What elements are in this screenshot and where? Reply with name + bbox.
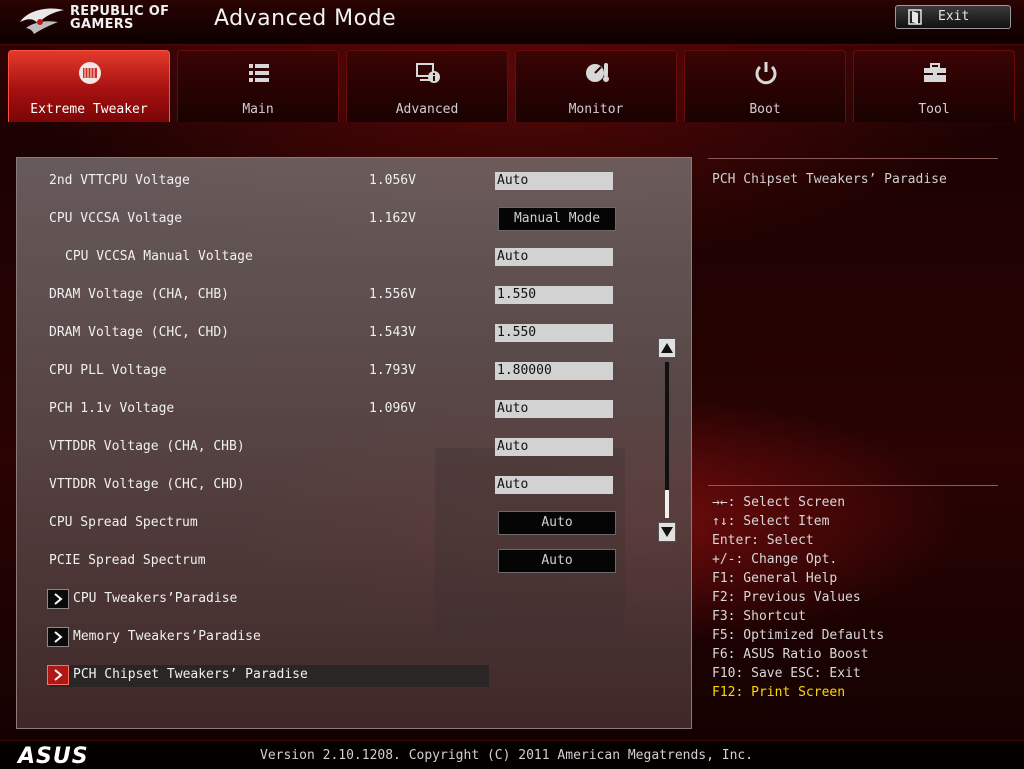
key-hint: F2: Previous Values — [712, 590, 861, 605]
setting-row: CPU VCCSA Voltage 1.162V Manual Mode — [17, 204, 693, 234]
brand-line-2: GAMERS — [70, 17, 134, 32]
setting-row: CPU PLL Voltage 1.793V 1.80000 — [17, 356, 693, 386]
setting-value: 1.556V — [369, 287, 416, 302]
submenu-label: Memory Tweakers’Paradise — [73, 629, 261, 644]
divider — [708, 485, 998, 486]
voltage-field[interactable]: Auto — [495, 438, 613, 456]
setting-name: 2nd VTTCPU Voltage — [49, 173, 190, 188]
key-hint: F1: General Help — [712, 571, 838, 586]
setting-row: 2nd VTTCPU Voltage 1.056V Auto — [17, 166, 693, 196]
tab-extreme-tweaker[interactable]: Extreme Tweaker — [8, 50, 170, 122]
setting-name: CPU Spread Spectrum — [49, 515, 198, 530]
setting-name: CPU VCCSA Voltage — [49, 211, 183, 226]
tab-tool[interactable]: Tool — [853, 50, 1015, 122]
setting-name: DRAM Voltage (CHA, CHB) — [49, 287, 230, 302]
submenu-pch-chipset-tweakers[interactable]: PCH Chipset Tweakers’ Paradise — [47, 665, 489, 687]
voltage-field[interactable]: 1.550 — [495, 324, 613, 342]
key-legend: →←: Select Screen ↑↓: Select Item Enter:… — [712, 495, 884, 704]
setting-name: VTTDDR Voltage (CHC, CHD) — [49, 477, 245, 492]
setting-name: DRAM Voltage (CHC, CHD) — [49, 325, 230, 340]
voltage-field[interactable]: 1.80000 — [495, 362, 613, 380]
exit-label: Exit — [938, 9, 970, 24]
key-hint: F6: ASUS Ratio Boost — [712, 647, 869, 662]
extreme-tweaker-icon — [79, 62, 101, 84]
key-hint: +/-: Change Opt. — [712, 552, 838, 567]
setting-value: 1.162V — [369, 211, 416, 226]
advanced-settings-icon — [416, 63, 440, 83]
setting-value: 1.793V — [369, 363, 416, 378]
spread-spectrum-button[interactable]: Auto — [498, 511, 616, 535]
voltage-field[interactable]: Auto — [495, 476, 613, 494]
setting-name: PCH 1.1v Voltage — [49, 401, 175, 416]
tab-label: Main — [242, 102, 274, 117]
setting-row: CPU Spread Spectrum Auto — [17, 508, 693, 538]
submenu-label: CPU Tweakers’Paradise — [73, 591, 238, 606]
version-text: Version 2.10.1208. Copyright (C) 2011 Am… — [260, 748, 754, 763]
asus-logo: ASUS — [18, 744, 89, 769]
setting-row: PCH 1.1v Voltage 1.096V Auto — [17, 394, 693, 424]
setting-name: CPU PLL Voltage — [49, 363, 167, 378]
tab-bar: Extreme Tweaker Main Advanced Monitor Bo… — [8, 50, 1018, 122]
divider — [708, 158, 998, 159]
voltage-field[interactable]: Auto — [495, 172, 613, 190]
settings-panel: 2nd VTTCPU Voltage 1.056V Auto CPU VCCSA… — [16, 157, 692, 729]
setting-name: CPU VCCSA Manual Voltage — [65, 249, 253, 264]
setting-name: PCIE Spread Spectrum — [49, 553, 206, 568]
voltage-field[interactable]: 1.550 — [495, 286, 613, 304]
setting-row: DRAM Voltage (CHA, CHB) 1.556V 1.550 — [17, 280, 693, 310]
toolbox-icon — [924, 63, 946, 82]
setting-row: VTTDDR Voltage (CHA, CHB) Auto — [17, 432, 693, 462]
setting-row: PCIE Spread Spectrum Auto — [17, 546, 693, 576]
tab-label: Advanced — [395, 102, 459, 117]
spread-spectrum-button[interactable]: Auto — [498, 549, 616, 573]
key-hint-print-screen: F12: Print Screen — [712, 685, 846, 700]
setting-value: 1.056V — [369, 173, 416, 188]
tab-main[interactable]: Main — [177, 50, 339, 122]
key-hint: Enter: Select — [712, 533, 814, 548]
header-bar: REPUBLIC OF GAMERS Advanced Mode Exit — [0, 0, 1024, 45]
scrollbar-thumb[interactable] — [665, 490, 669, 518]
exit-button[interactable]: Exit — [895, 5, 1011, 29]
tab-label: Monitor — [568, 102, 624, 117]
tab-label: Boot — [749, 102, 781, 117]
scroll-down-button[interactable] — [658, 522, 676, 542]
scroll-up-button[interactable] — [658, 338, 676, 358]
setting-name: VTTDDR Voltage (CHA, CHB) — [49, 439, 245, 454]
submenu-cpu-tweakers[interactable]: CPU Tweakers’Paradise — [17, 589, 493, 611]
submenu-label: PCH Chipset Tweakers’ Paradise — [73, 667, 308, 682]
help-description: PCH Chipset Tweakers’ Paradise — [712, 172, 947, 187]
chevron-right-icon — [47, 665, 69, 685]
footer-bar: ASUS Version 2.10.1208. Copyright (C) 20… — [0, 740, 1024, 769]
voltage-field[interactable]: Auto — [495, 248, 613, 266]
key-hint: →←: Select Screen — [712, 495, 846, 510]
rog-eye-logo-icon — [20, 8, 64, 34]
thermometer-gauge-icon — [586, 63, 609, 82]
power-icon — [755, 62, 777, 85]
exit-door-icon — [908, 9, 922, 25]
submenu-memory-tweakers[interactable]: Memory Tweakers’Paradise — [17, 627, 493, 649]
tab-boot[interactable]: Boot — [684, 50, 846, 122]
chevron-right-icon — [47, 589, 69, 609]
key-hint: ↑↓: Select Item — [712, 514, 830, 529]
page-title: Advanced Mode — [214, 6, 397, 31]
key-hint: F5: Optimized Defaults — [712, 628, 885, 643]
list-icon — [249, 64, 269, 82]
chevron-right-icon — [47, 627, 69, 647]
setting-row: CPU VCCSA Manual Voltage Auto — [17, 242, 693, 272]
brand-text: REPUBLIC OF GAMERS — [70, 5, 169, 31]
triangle-down-icon — [661, 527, 673, 537]
setting-row: DRAM Voltage (CHC, CHD) 1.543V 1.550 — [17, 318, 693, 348]
setting-row: VTTDDR Voltage (CHC, CHD) Auto — [17, 470, 693, 500]
tab-label: Extreme Tweaker — [30, 102, 148, 117]
tab-label: Tool — [918, 102, 950, 117]
triangle-up-icon — [661, 343, 673, 353]
mode-select-button[interactable]: Manual Mode — [498, 207, 616, 231]
voltage-field[interactable]: Auto — [495, 400, 613, 418]
tab-monitor[interactable]: Monitor — [515, 50, 677, 122]
tab-advanced[interactable]: Advanced — [346, 50, 508, 122]
key-hint: F3: Shortcut — [712, 609, 806, 624]
setting-value: 1.543V — [369, 325, 416, 340]
setting-value: 1.096V — [369, 401, 416, 416]
key-hint: F10: Save ESC: Exit — [712, 666, 861, 681]
